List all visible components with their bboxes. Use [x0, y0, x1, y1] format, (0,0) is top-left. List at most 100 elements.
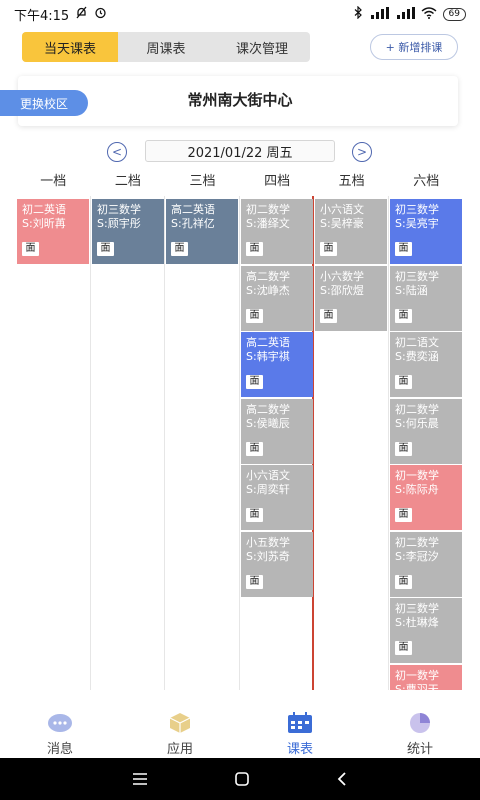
date-display[interactable]: 2021/01/22 周五 — [145, 140, 335, 162]
face-to-face-tag: 面 — [246, 575, 263, 589]
lesson-student: S:吴亮宇 — [395, 217, 439, 230]
lesson-student: S:孔祥亿 — [171, 217, 215, 230]
tab-apps[interactable]: 应用 — [120, 706, 240, 758]
system-navigation-bar — [0, 758, 480, 800]
lesson-card[interactable]: 初一数学 S:陈际舟面 — [390, 465, 462, 530]
face-to-face-tag: 面 — [246, 375, 263, 389]
period-headers: 一档 二档 三档 四档 五档 六档 — [16, 170, 464, 192]
lesson-card[interactable]: 初二语文 S:费奕涵面 — [390, 332, 462, 397]
period-header: 一档 — [40, 174, 67, 189]
tab-label: 消息 — [46, 742, 73, 757]
menu-icon[interactable] — [132, 773, 148, 785]
no-notification-icon — [75, 6, 88, 23]
lesson-title: 初二语文 — [395, 336, 439, 349]
previous-day-button[interactable]: < — [107, 142, 127, 162]
period-header: 三档 — [189, 174, 216, 189]
column-divider — [388, 196, 389, 690]
lesson-title: 初一数学 — [395, 669, 439, 682]
tab-session-management[interactable]: 课次管理 — [214, 32, 310, 62]
face-to-face-tag: 面 — [395, 641, 412, 655]
lesson-card[interactable]: 初三数学 S:吴亮宇面 — [390, 199, 462, 264]
lesson-card[interactable]: 初三数学 S:顾宇彤面 — [92, 199, 164, 264]
lesson-title: 高二英语 — [246, 336, 290, 349]
top-bar: 当天课表 周课表 课次管理 + 新增排课 — [0, 32, 480, 62]
tab-statistics[interactable]: 统计 — [360, 706, 480, 758]
lesson-student: S:沈峥杰 — [246, 284, 290, 297]
period-header: 五档 — [338, 174, 365, 189]
lesson-card[interactable]: 初二数学 S:李冠汐面 — [390, 532, 462, 597]
lesson-title: 初三数学 — [97, 203, 141, 216]
lesson-student: S:周奕轩 — [246, 483, 290, 496]
switch-campus-button[interactable]: 更换校区 — [0, 90, 88, 116]
lesson-student: S:吴梓豪 — [320, 217, 364, 230]
lesson-card[interactable]: 初二数学 S:何乐晨面 — [390, 399, 462, 464]
face-to-face-tag: 面 — [395, 375, 412, 389]
tab-messages[interactable]: 消息 — [0, 706, 120, 758]
face-to-face-tag: 面 — [395, 442, 412, 456]
lesson-card[interactable]: 高二英语 S:孔祥亿面 — [166, 199, 238, 264]
status-bar: 下午4:15 69 — [0, 0, 480, 28]
face-to-face-tag: 面 — [246, 309, 263, 323]
lesson-student: S:刘苏奇 — [246, 550, 290, 563]
lesson-title: 小六数学 — [320, 270, 364, 283]
lesson-card[interactable]: 小六语文 S:吴梓豪面 — [315, 199, 387, 264]
lesson-student: S:杜琳烽 — [395, 616, 439, 629]
lesson-title: 初二数学 — [395, 536, 439, 549]
tab-label: 统计 — [406, 742, 433, 757]
lesson-card[interactable]: 高二数学 S:侯曦辰面 — [241, 399, 313, 464]
face-to-face-tag: 面 — [395, 242, 412, 256]
face-to-face-tag: 面 — [395, 309, 412, 323]
face-to-face-tag: 面 — [246, 508, 263, 522]
tab-label: 课表 — [286, 742, 313, 757]
lesson-card[interactable]: 高二英语 S:韩宇祺面 — [241, 332, 313, 397]
tab-week-schedule[interactable]: 周课表 — [118, 32, 214, 62]
battery-indicator: 69 — [442, 7, 466, 21]
lesson-title: 高二数学 — [246, 270, 290, 283]
lesson-student: S:何乐晨 — [395, 417, 439, 430]
next-day-button[interactable]: > — [352, 142, 372, 162]
lesson-title: 初三数学 — [395, 270, 439, 283]
face-to-face-tag: 面 — [320, 242, 337, 256]
lesson-student: S:侯曦辰 — [246, 417, 290, 430]
lesson-card[interactable]: 初二数学 S:潘绎文面 — [241, 199, 313, 264]
face-to-face-tag: 面 — [246, 442, 263, 456]
face-to-face-tag: 面 — [320, 309, 337, 323]
status-time: 下午4:15 — [14, 8, 70, 24]
lesson-card[interactable]: 小六语文 S:周奕轩面 — [241, 465, 313, 530]
lesson-student: S:刘昕苒 — [22, 217, 66, 230]
column-divider — [164, 196, 165, 690]
lesson-title: 小六语文 — [320, 203, 364, 216]
column-divider — [239, 196, 240, 690]
lesson-title: 初二数学 — [246, 203, 290, 216]
tab-today-schedule[interactable]: 当天课表 — [22, 32, 118, 62]
tab-schedule[interactable]: 课表 — [240, 706, 360, 758]
lesson-student: S:陆涵 — [395, 284, 428, 297]
add-schedule-button[interactable]: + 新增排课 — [370, 34, 458, 60]
lesson-card[interactable]: 初一数学S:曹羽天面 — [390, 665, 462, 690]
face-to-face-tag: 面 — [395, 575, 412, 589]
lesson-title: 初二数学 — [395, 403, 439, 416]
tab-label: 应用 — [166, 742, 193, 757]
bottom-tab-bar: 消息 应用 课表 统计 — [0, 706, 480, 758]
lesson-student: S:潘绎文 — [246, 217, 290, 230]
home-icon[interactable] — [234, 771, 250, 787]
face-to-face-tag: 面 — [171, 242, 188, 256]
pie-chart-icon — [407, 712, 433, 734]
calendar-icon — [287, 712, 313, 734]
lesson-card[interactable]: 小五数学 S:刘苏奇面 — [241, 532, 313, 597]
lesson-card[interactable]: 初二英语 S:刘昕苒面 — [17, 199, 89, 264]
lesson-student: S:顾宇彤 — [97, 217, 141, 230]
back-icon[interactable] — [336, 771, 348, 787]
lesson-student: S:韩宇祺 — [246, 350, 290, 363]
lesson-title: 高二英语 — [171, 203, 215, 216]
date-navigation: < 2021/01/22 周五 > — [0, 138, 480, 162]
wifi-icon — [421, 6, 437, 22]
lesson-card[interactable]: 初三数学 S:杜琳烽面 — [390, 598, 462, 663]
lesson-card[interactable]: 高二数学 S:沈峥杰面 — [241, 266, 313, 331]
lesson-card[interactable]: 小六数学 S:邵欣煜面 — [315, 266, 387, 331]
signal-icon — [369, 6, 389, 22]
face-to-face-tag: 面 — [246, 242, 263, 256]
lesson-title: 初三数学 — [395, 602, 439, 615]
lesson-card[interactable]: 初三数学 S:陆涵面 — [390, 266, 462, 331]
signal-icon-2 — [395, 6, 415, 22]
